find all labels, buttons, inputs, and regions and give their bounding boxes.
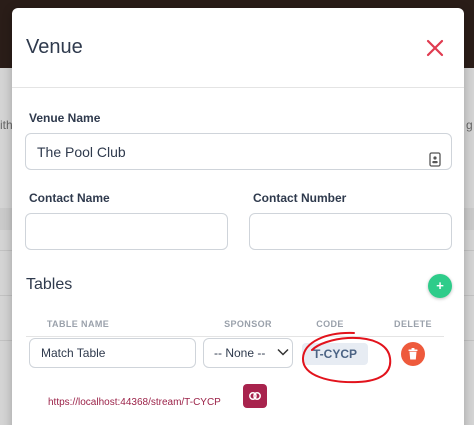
table-name-input[interactable]: [29, 338, 196, 368]
close-button[interactable]: [424, 37, 446, 59]
column-header-delete: DELETE: [394, 319, 432, 329]
venue-name-label: Venue Name: [29, 111, 101, 125]
sponsor-select-value: -- None --: [214, 346, 266, 360]
venue-modal: Venue Venue Name Contact Name Contact Nu…: [12, 8, 464, 425]
contact-number-label: Contact Number: [253, 191, 347, 205]
column-header-code: CODE: [316, 319, 344, 329]
modal-title: Venue: [26, 36, 83, 58]
contact-number-input[interactable]: [249, 213, 452, 250]
copy-link-button[interactable]: [243, 384, 267, 408]
column-header-table-name: TABLE NAME: [46, 319, 110, 329]
delete-row-button[interactable]: [401, 342, 425, 366]
contact-card-icon: [429, 152, 441, 167]
modal-header: Venue: [12, 8, 464, 88]
background-text-right: g: [466, 118, 473, 132]
plus-icon: +: [436, 278, 444, 293]
column-header-sponsor: SPONSOR: [224, 319, 272, 329]
contact-name-label: Contact Name: [29, 191, 110, 205]
close-icon: [426, 39, 444, 57]
background-text-left: ith: [0, 118, 13, 132]
contact-name-input[interactable]: [25, 213, 228, 250]
annotation-circle: [301, 331, 392, 384]
add-table-button[interactable]: +: [428, 274, 452, 298]
trash-icon: [408, 348, 418, 360]
tables-section-title: Tables: [26, 276, 73, 293]
stream-url-link[interactable]: https://localhost:44368/stream/T-CYCP: [48, 397, 221, 408]
chevron-down-icon: [277, 348, 289, 356]
link-icon: [249, 392, 261, 400]
venue-name-input[interactable]: [25, 133, 452, 170]
